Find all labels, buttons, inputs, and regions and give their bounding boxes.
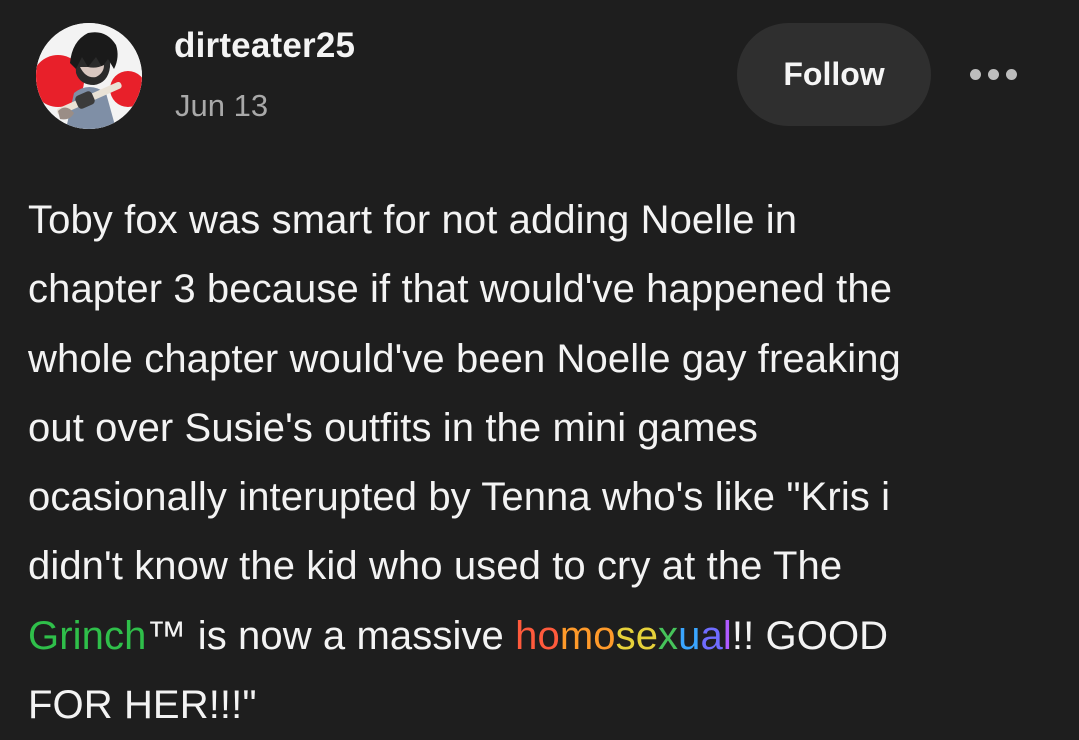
dot — [1005, 68, 1017, 80]
post-text-line: Toby fox was smart for not adding Noelle… — [28, 198, 798, 242]
green-colored-word: Grinch — [28, 613, 147, 658]
dot — [969, 68, 981, 80]
user-avatar-image[interactable] — [36, 23, 142, 129]
post-body: Toby fox was smart for not adding Noelle… — [28, 186, 1058, 740]
post-date: Jun 13 — [175, 88, 269, 123]
post-text-line: chapter 3 because if that would've happe… — [28, 267, 893, 312]
post-text-line: out over Susie's outfits in the mini gam… — [28, 405, 758, 450]
post-text-line: ocasionally interupted by Tenna who's li… — [28, 475, 891, 520]
post-text-segment: ™ is now a massive — [146, 613, 516, 658]
rainbow-letter: u — [678, 613, 701, 658]
post-card: dirteater25 Jun 13 Follow Toby fox was s… — [0, 0, 1079, 738]
post-text-segment: !! GOOD — [731, 613, 889, 658]
avatar-illustration — [36, 23, 142, 129]
ellipsis-icon[interactable] — [958, 54, 1028, 94]
post-text-line: FOR HER!!!" — [28, 683, 257, 728]
post-text-line: whole chapter would've been Noelle gay f… — [28, 336, 901, 381]
rainbow-letter: mo — [559, 613, 616, 658]
rainbow-colored-word: homosexual — [515, 614, 732, 658]
rainbow-letter: x — [658, 613, 679, 658]
rainbow-letter: l — [722, 613, 732, 658]
post-text-line-colored: Grinch™ is now a massive homosexual!! GO… — [28, 602, 1058, 671]
rainbow-letter: ho — [515, 613, 560, 658]
rainbow-letter: se — [615, 613, 659, 658]
post-text-line: didn't know the kid who used to cry at t… — [28, 544, 843, 589]
rainbow-letter: a — [700, 613, 723, 658]
dot — [987, 68, 999, 80]
username[interactable]: dirteater25 — [174, 26, 355, 66]
follow-button[interactable]: Follow — [737, 23, 931, 126]
